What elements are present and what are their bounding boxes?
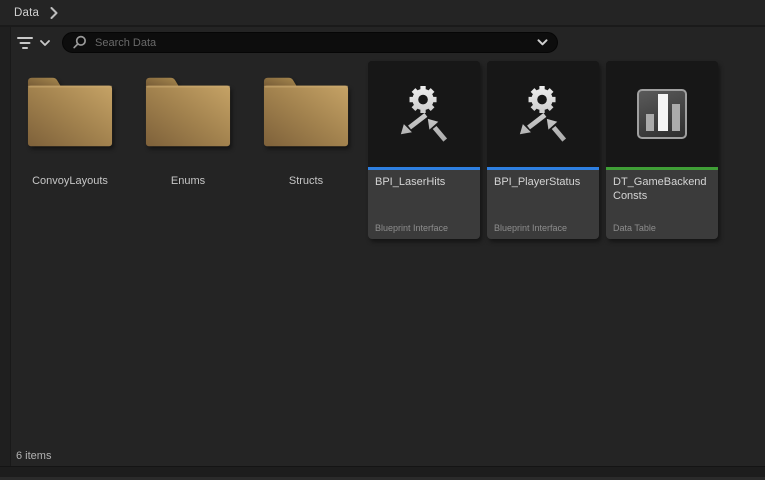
blueprint-interface-icon <box>519 86 567 142</box>
filter-funnel-icon <box>17 36 33 49</box>
data-table-icon <box>637 89 687 139</box>
data-table-bar-medium <box>672 104 680 131</box>
asset-thumbnail <box>606 61 718 167</box>
folder-label: Enums <box>170 175 206 187</box>
asset-type-label: Blueprint Interface <box>375 223 449 233</box>
search-icon <box>73 35 86 49</box>
search-history-chevron-icon[interactable] <box>537 39 548 46</box>
asset-label-area: DT_GameBackendConsts Data Table <box>606 170 718 239</box>
folder-icon <box>262 75 350 149</box>
content-browser-toolbar <box>0 27 765 58</box>
search-input[interactable] <box>93 35 537 50</box>
folder-icon <box>144 75 232 149</box>
asset-label-area: BPI_LaserHits Blueprint Interface <box>368 170 480 239</box>
asset-item-bpi_playerstatus[interactable]: BPI_PlayerStatus Blueprint Interface <box>487 61 599 239</box>
items-count-label: 6 items <box>16 450 52 462</box>
asset-label-area: BPI_PlayerStatus Blueprint Interface <box>487 170 599 239</box>
folder-icon <box>26 75 114 149</box>
filter-chevron-down-icon <box>40 39 50 46</box>
folder-item-enums[interactable]: Enums <box>129 58 247 188</box>
asset-item-dt_gamebackendconsts[interactable]: DT_GameBackendConsts Data Table <box>606 61 718 239</box>
search-box[interactable] <box>62 32 558 53</box>
breadcrumb-bar: Data <box>0 0 765 27</box>
asset-type-label: Blueprint Interface <box>494 223 568 233</box>
bottom-panel-edge <box>0 466 765 480</box>
asset-type-label: Data Table <box>613 223 656 233</box>
asset-name: DT_GameBackendConsts <box>613 176 707 203</box>
filters-button[interactable] <box>16 36 50 50</box>
folder-item-convoylayouts[interactable]: ConvoyLayouts <box>11 58 129 188</box>
folder-item-structs[interactable]: Structs <box>247 58 365 188</box>
asset-item-bpi_laserhits[interactable]: BPI_LaserHits Blueprint Interface <box>368 61 480 239</box>
asset-name: BPI_PlayerStatus <box>494 176 581 188</box>
breadcrumb-item-data[interactable]: Data <box>14 7 39 19</box>
folder-label: Structs <box>288 175 324 187</box>
data-table-bar-tall <box>658 94 668 131</box>
folder-label: ConvoyLayouts <box>32 175 108 187</box>
breadcrumb-chevron-right-icon[interactable] <box>50 6 58 19</box>
blueprint-interface-icon <box>400 86 448 142</box>
asset-thumbnail <box>487 61 599 167</box>
panel-splitter[interactable] <box>0 27 11 466</box>
asset-name: BPI_LaserHits <box>375 176 446 188</box>
asset-grid: ConvoyLayouts Enums Structs BPI_LaserHit… <box>11 58 765 450</box>
asset-thumbnail <box>368 61 480 167</box>
data-table-bar-short <box>646 114 654 131</box>
